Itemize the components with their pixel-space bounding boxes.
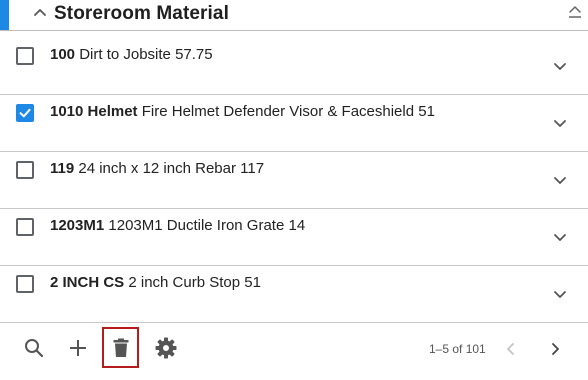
item-description: 2 inch Curb Stop 51: [128, 274, 261, 291]
row-checkbox[interactable]: [16, 218, 34, 236]
item-code: 2 INCH CS: [50, 274, 125, 291]
chevron-down-icon[interactable]: [551, 228, 569, 246]
row-checkbox[interactable]: [16, 47, 34, 65]
list-item[interactable]: 119 24 inch x 12 inch Rebar 117: [0, 152, 588, 209]
search-icon[interactable]: [22, 336, 46, 360]
item-description: 24 inch x 12 inch Rebar 117: [78, 160, 265, 177]
chevron-up-icon[interactable]: [31, 4, 49, 22]
panel-header: Storeroom Material: [0, 0, 588, 31]
list-item[interactable]: 100 Dirt to Jobsite 57.75: [0, 38, 588, 95]
chevron-down-icon[interactable]: [551, 57, 569, 75]
list-item-text: 1010 Helmet Fire Helmet Defender Visor &…: [50, 103, 435, 120]
item-code: 1010 Helmet: [50, 103, 138, 120]
list-item-text: 1203M1 1203M1 Ductile Iron Grate 14: [50, 217, 305, 234]
item-description: Fire Helmet Defender Visor & Faceshield …: [141, 103, 435, 120]
chevron-right-icon[interactable]: [546, 340, 564, 358]
list-item-text: 100 Dirt to Jobsite 57.75: [50, 46, 213, 63]
list-toolbar: 1–5 of 101: [0, 323, 588, 380]
delete-icon[interactable]: [109, 336, 133, 360]
sort-icon[interactable]: [567, 3, 583, 25]
list-item[interactable]: 1010 Helmet Fire Helmet Defender Visor &…: [0, 95, 588, 152]
row-checkbox[interactable]: [16, 161, 34, 179]
item-code: 119: [50, 160, 75, 177]
row-checkbox[interactable]: [16, 104, 34, 122]
settings-icon[interactable]: [154, 336, 178, 360]
chevron-down-icon[interactable]: [551, 171, 569, 189]
list-item[interactable]: 1203M1 1203M1 Ductile Iron Grate 14: [0, 209, 588, 266]
add-icon[interactable]: [66, 336, 90, 360]
list-item[interactable]: 2 INCH CS 2 inch Curb Stop 51: [0, 266, 588, 323]
row-checkbox[interactable]: [16, 275, 34, 293]
item-code: 100: [50, 46, 76, 63]
list-item-text: 119 24 inch x 12 inch Rebar 117: [50, 160, 264, 177]
item-code: 1203M1: [50, 217, 105, 234]
chevron-left-icon[interactable]: [502, 340, 520, 358]
item-description: Dirt to Jobsite 57.75: [79, 46, 213, 63]
panel-title: Storeroom Material: [54, 3, 229, 24]
list-item-text: 2 INCH CS 2 inch Curb Stop 51: [50, 274, 261, 291]
chevron-down-icon[interactable]: [551, 114, 569, 132]
pagination-label: 1–5 of 101: [429, 342, 486, 356]
material-list: 100 Dirt to Jobsite 57.75 1010 Helmet Fi…: [0, 38, 588, 323]
delete-button[interactable]: [102, 327, 139, 368]
chevron-down-icon[interactable]: [551, 285, 569, 303]
item-description: 1203M1 Ductile Iron Grate 14: [108, 217, 306, 234]
